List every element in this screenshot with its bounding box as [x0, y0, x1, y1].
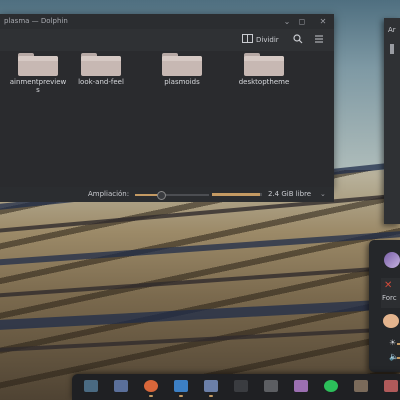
force-quit-label: Forc — [382, 294, 397, 302]
free-space-label: 2.4 GiB libre — [268, 190, 312, 198]
folder-label: desktoptheme — [238, 78, 290, 86]
status-bar: Ampliación: 2.4 GiB libre ⌄ — [0, 187, 334, 202]
folder-icon — [244, 53, 284, 76]
scrollbar-icon — [390, 44, 394, 54]
folder-label: ainmentpreview — [9, 78, 67, 86]
split-button-label: Dividir — [256, 36, 279, 44]
zoom-slider[interactable] — [135, 191, 209, 200]
window-title: plasma — Dolphin — [4, 17, 68, 25]
window-titlebar[interactable]: plasma — Dolphin ⌄ ◻ ✕ — [0, 14, 334, 29]
night-color-icon[interactable] — [383, 314, 399, 328]
office-icon[interactable] — [384, 380, 398, 392]
force-quit-button[interactable]: ✕ Forc — [381, 278, 400, 308]
split-button[interactable]: Dividir — [242, 34, 279, 46]
folder-label-wrap: s — [36, 86, 40, 94]
folder-icon — [81, 53, 121, 76]
app-launcher-icon[interactable] — [84, 380, 98, 392]
free-space-bar — [212, 193, 262, 196]
toolbar: Dividir — [0, 29, 334, 51]
terminal-icon[interactable] — [234, 380, 248, 392]
calculator-icon[interactable] — [264, 380, 278, 392]
brightness-icon: ☀ — [389, 338, 397, 347]
secondary-window: Ar — [384, 18, 400, 224]
desktop-icon[interactable] — [114, 380, 128, 392]
book-icon[interactable] — [354, 380, 368, 392]
minimize-button[interactable]: ⌄ — [282, 14, 292, 29]
hamburger-menu-icon[interactable] — [313, 34, 325, 46]
taskbar — [72, 374, 400, 400]
image-viewer-icon[interactable] — [204, 380, 218, 397]
wallpaper-plank — [0, 322, 400, 354]
folder-item[interactable]: desktoptheme — [224, 53, 304, 97]
free-space-bar-fill — [212, 193, 260, 196]
split-view-icon — [242, 34, 253, 43]
file-view: ainmentpreview s look-and-feel plasmoids … — [0, 51, 334, 187]
running-indicator — [149, 395, 153, 397]
folder-label: plasmoids — [164, 78, 200, 86]
wallpaper-plank — [0, 225, 400, 268]
search-icon[interactable] — [292, 34, 304, 46]
secondary-window-title: Ar — [388, 26, 396, 34]
running-indicator — [179, 395, 183, 397]
dolphin-window: plasma — Dolphin ⌄ ◻ ✕ Dividir ainmentpr… — [0, 14, 334, 202]
wallpaper-plank — [0, 259, 400, 300]
running-indicator — [209, 395, 213, 397]
spotify-icon[interactable] — [324, 380, 338, 392]
avatar[interactable] — [384, 252, 400, 268]
force-quit-icon: ✕ — [384, 280, 393, 291]
chevron-down-icon[interactable]: ⌄ — [320, 187, 326, 202]
folder-item[interactable]: look-and-feel — [61, 53, 141, 97]
dolphin-icon[interactable] — [174, 380, 188, 397]
folder-item[interactable]: plasmoids — [142, 53, 222, 97]
document-icon[interactable] — [294, 380, 308, 392]
wallpaper-plank — [0, 294, 400, 332]
firefox-icon[interactable] — [144, 380, 158, 397]
zoom-slider-handle[interactable] — [156, 191, 166, 200]
maximize-button[interactable]: ◻ — [297, 14, 307, 29]
folder-icon — [162, 53, 202, 76]
close-button[interactable]: ✕ — [318, 14, 328, 29]
zoom-label: Ampliación: — [88, 190, 130, 198]
folder-icon — [18, 53, 58, 76]
system-panel-popup: ✕ Forc ☀ 🔈 — [369, 240, 400, 372]
folder-label: look-and-feel — [78, 78, 124, 86]
